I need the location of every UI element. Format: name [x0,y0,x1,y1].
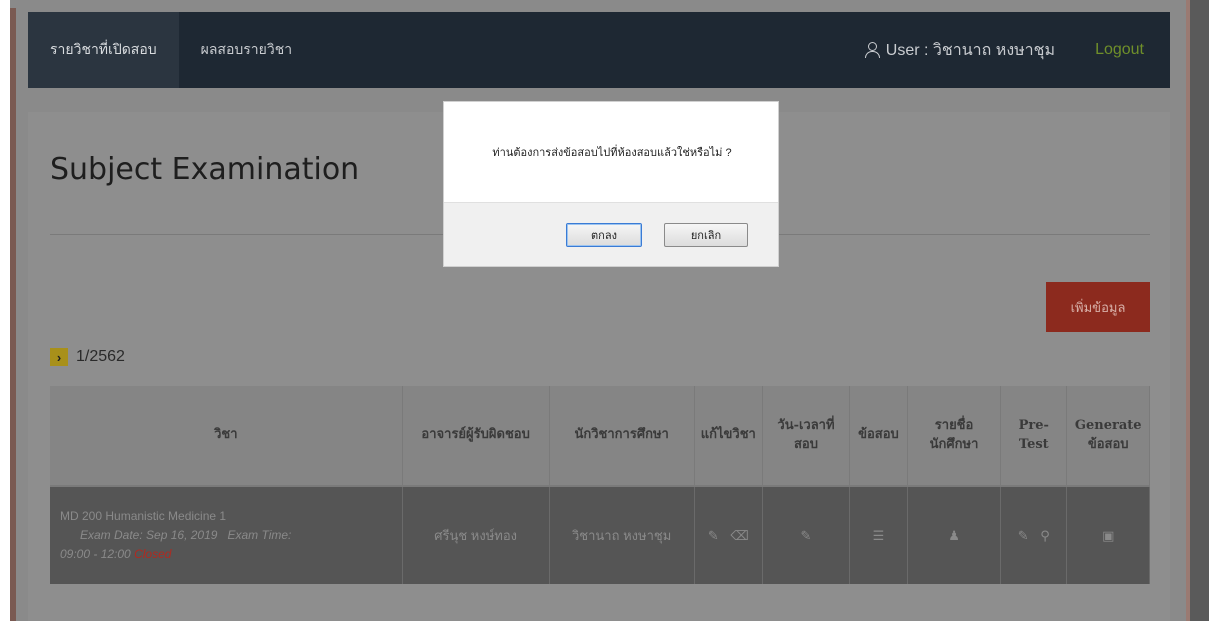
exam-datetime-cell: ✎ [762,485,850,584]
col-generate: Generate ข้อสอบ [1066,386,1150,486]
confirm-dialog: ท่านต้องการส่งข้อสอบไปที่ห้องสอบแล้วใช่ห… [443,101,779,267]
nav-user: User : วิชานาถ หงษาชุม [864,38,1095,63]
user-icon [864,42,880,58]
col-exam: ข้อสอบ [849,386,908,486]
col-academic: นักวิชาการศึกษา [549,386,695,486]
dialog-message: ท่านต้องการส่งข้อสอบไปที่ห้องสอบแล้วใช่ห… [492,147,732,159]
col-instructor: อาจารย์ผู้รับผิดชอบ [402,386,550,486]
add-data-button[interactable]: เพิ่มข้อมูล [1046,282,1150,332]
subject-name: MD 200 Humanistic Medicine 1 [60,508,227,523]
pretest-cell: ✎ ⚲ [1000,485,1068,584]
nav-subject-results[interactable]: ผลสอบรายวิชา [179,12,314,88]
col-exam-datetime: วัน-เวลาที่สอบ [762,386,850,486]
col-edit-subject: แก้ไขวิชา [694,386,763,486]
instructor-cell: ศรีนุช หงษ์ทอง [402,485,550,584]
subject-table: วิชา อาจารย์ผู้รับผิดชอบ นักวิชาการศึกษา… [50,386,1150,584]
semester-heading[interactable]: › 1/2562 [50,348,125,366]
table-row: MD 200 Humanistic Medicine 1 Exam Date: … [50,485,1150,584]
dialog-footer: ตกลง ยกเลิก [444,202,778,266]
nav-open-subjects[interactable]: รายวิชาที่เปิดสอบ [28,12,179,88]
col-student-list: รายชื่อนักศึกษา [907,386,1002,486]
status-badge: Closed [134,547,172,562]
semester-label: 1/2562 [76,348,125,365]
pencil-icon[interactable]: ✎ [801,528,812,544]
generate-cell: ▣ [1066,485,1150,584]
exam-date-label: Exam Date: [80,527,143,542]
ok-button[interactable]: ตกลง [566,223,642,247]
cancel-button[interactable]: ยกเลิก [664,223,748,247]
pencil-icon[interactable]: ✎ [1018,528,1029,544]
trash-icon[interactable]: ⌫ [730,528,748,544]
pencil-icon[interactable]: ✎ [708,528,719,544]
academic-cell: วิชานาถ หงษาชุม [549,485,695,584]
chevron-right-icon[interactable]: › [50,348,68,366]
window-right-edge [1186,0,1209,621]
col-subject: วิชา [50,386,403,486]
page-title: Subject Examination [50,152,360,187]
table-header-row: วิชา อาจารย์ผู้รับผิดชอบ นักวิชาการศึกษา… [50,386,1150,486]
exam-time-line: 09:00 - 12:00 Closed [60,545,392,564]
list-icon[interactable]: ☰ [873,528,885,544]
top-navbar: รายวิชาที่เปิดสอบ ผลสอบรายวิชา User : วิ… [28,12,1170,88]
search-icon[interactable]: ⚲ [1040,528,1050,544]
exam-date-line: Exam Date: Sep 16, 2019 Exam Time: [60,526,392,545]
subject-cell: MD 200 Humanistic Medicine 1 Exam Date: … [50,485,403,584]
nav-user-text: User : วิชานาถ หงษาชุม [885,41,1056,59]
exam-time-value: 09:00 - 12:00 [60,547,131,562]
logout-link[interactable]: Logout [1095,41,1170,59]
col-pretest: Pre-Test [1000,386,1068,486]
student-list-cell: ♟ [907,485,1002,584]
window-left-edge [10,8,16,621]
exam-cell: ☰ [849,485,908,584]
person-icon[interactable]: ♟ [948,528,960,544]
export-icon[interactable]: ▣ [1102,528,1114,544]
edit-subject-cell: ✎ ⌫ [694,485,763,584]
exam-date-value: Sep 16, 2019 [146,527,218,542]
exam-time-label: Exam Time: [227,527,292,542]
